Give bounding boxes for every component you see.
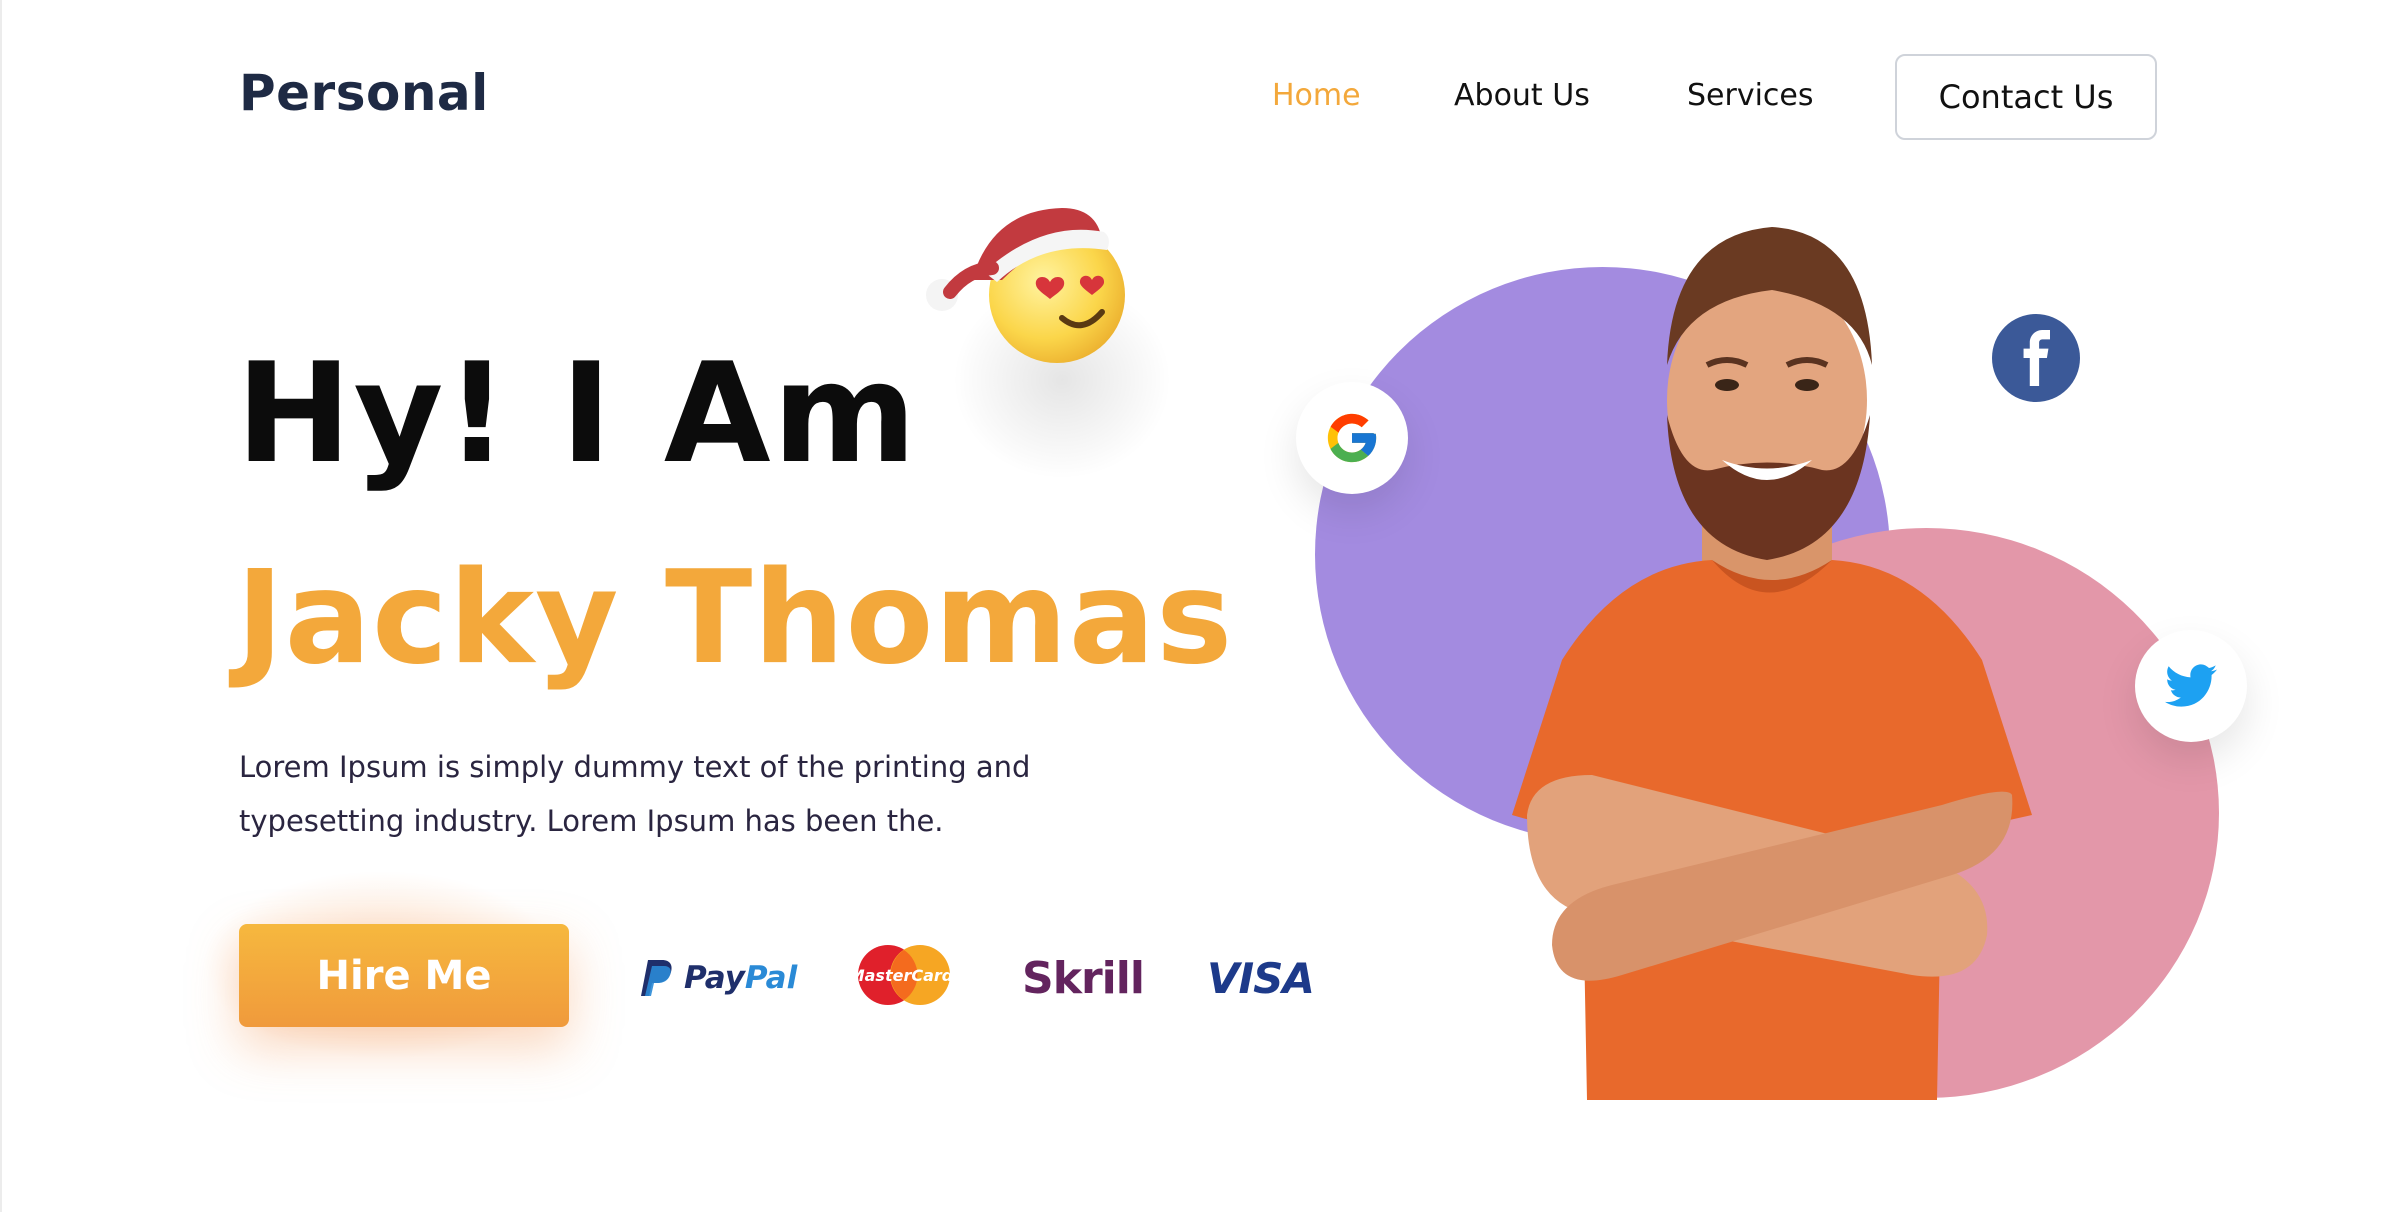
logo[interactable]: Personal <box>239 64 489 122</box>
twitter-button[interactable] <box>2135 630 2247 742</box>
paypal-wordmark: PayPal <box>684 960 797 996</box>
skrill-logo: Skrill <box>1022 952 1145 1004</box>
mastercard-text: MasterCard. <box>852 966 956 985</box>
nav-about-us[interactable]: About Us <box>1454 78 1590 113</box>
person-photo <box>1472 215 2072 1100</box>
landing-page: Personal Home About Us Services Contact … <box>0 0 2390 1212</box>
visa-logo: VISA <box>1207 953 1315 1003</box>
google-button[interactable] <box>1296 382 1408 494</box>
hero-description: Lorem Ipsum is simply dummy text of the … <box>239 750 1031 838</box>
twitter-icon <box>2165 664 2217 707</box>
nav-services[interactable]: Services <box>1687 78 1814 113</box>
mastercard-logo: MasterCard. <box>849 944 959 1006</box>
hero-greeting: Hy! I Am <box>236 333 919 494</box>
paypal-text-pal: Pal <box>744 960 798 996</box>
facebook-icon <box>2023 330 2050 386</box>
google-icon <box>1327 413 1377 463</box>
paypal-icon <box>641 960 672 996</box>
contact-us-button[interactable]: Contact Us <box>1895 54 2157 140</box>
paypal-text-pay: Pay <box>684 960 745 996</box>
facebook-button[interactable] <box>1992 314 2080 402</box>
santa-heart-eyes-emoji-icon <box>922 200 1132 370</box>
hero-name: Jacky Thomas <box>236 544 1234 693</box>
paypal-logo: PayPal <box>640 948 797 1008</box>
nav-home[interactable]: Home <box>1272 78 1361 113</box>
hire-me-button[interactable]: Hire Me <box>239 924 569 1027</box>
